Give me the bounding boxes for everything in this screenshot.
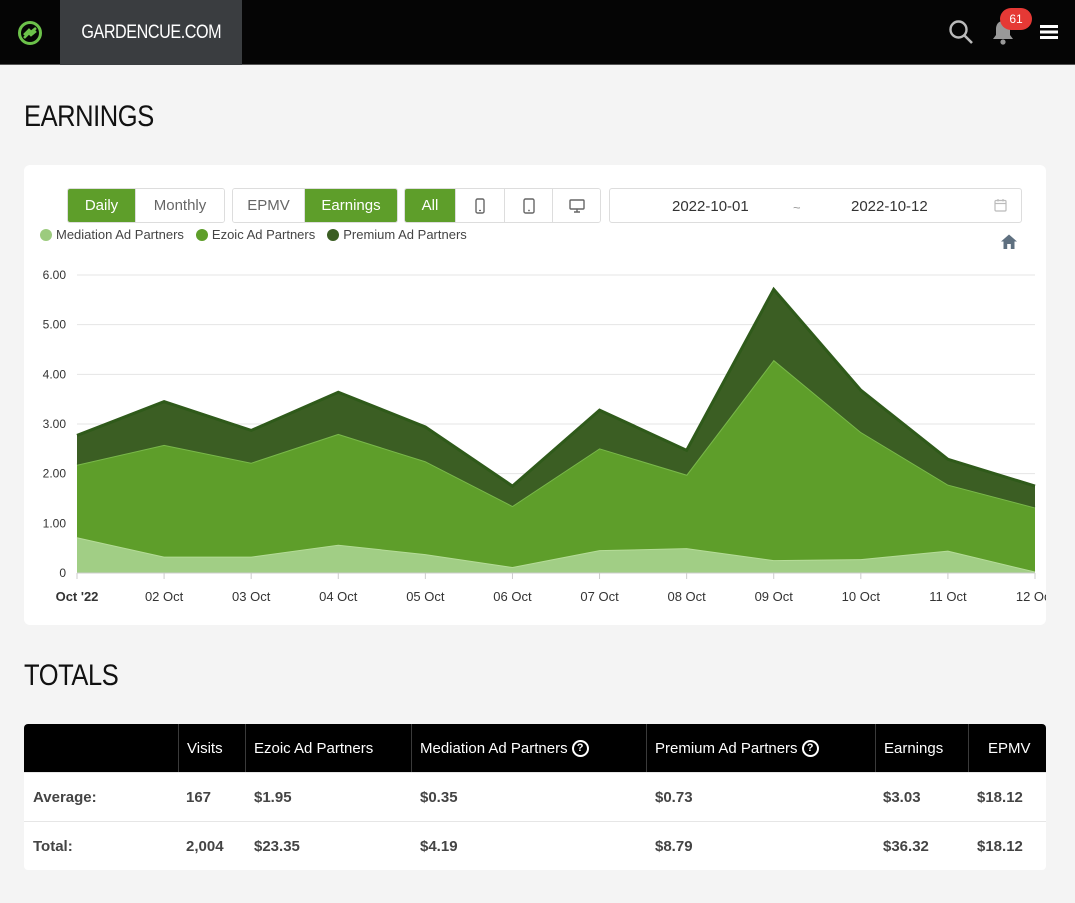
y-tick-label: 2.00 xyxy=(43,467,67,481)
epmv-cell: $18.12 xyxy=(977,789,1023,806)
ezoic-logo-icon[interactable] xyxy=(0,0,60,65)
y-tick-label: 5.00 xyxy=(43,318,67,332)
table-header-cell: Mediation Ad Partners? xyxy=(411,724,646,772)
help-icon[interactable]: ? xyxy=(571,739,589,757)
table-row: Total: 2,004 $23.35 $4.19 $8.79 $36.32 $… xyxy=(24,821,1046,870)
earnings-cell: $3.03 xyxy=(883,789,921,806)
y-tick-label: 1.00 xyxy=(43,516,67,530)
x-tick-label: 12 Oct xyxy=(1016,589,1046,604)
x-tick-label: 07 Oct xyxy=(580,589,619,604)
premium-cell: $8.79 xyxy=(655,838,693,855)
earnings-chart-card: Daily Monthly EPMV Earnings All 2022-10-… xyxy=(24,165,1046,625)
x-tick-label: 04 Oct xyxy=(319,589,358,604)
earnings-title: EARNINGS xyxy=(24,100,154,133)
ezoic-cell: $1.95 xyxy=(254,789,292,806)
help-icon[interactable]: ? xyxy=(801,739,819,757)
premium-cell: $0.73 xyxy=(655,789,693,806)
x-tick-label: 09 Oct xyxy=(755,589,794,604)
x-tick-label: 08 Oct xyxy=(667,589,706,604)
x-tick-label: 02 Oct xyxy=(145,589,184,604)
ezoic-cell: $23.35 xyxy=(254,838,300,855)
notification-badge[interactable]: 61 xyxy=(1000,8,1032,30)
row-label: Total: xyxy=(33,838,73,855)
y-tick-label: 4.00 xyxy=(43,367,67,381)
table-header-cell: EPMV xyxy=(968,724,1046,772)
y-tick-label: 3.00 xyxy=(43,417,67,431)
earnings-cell: $36.32 xyxy=(883,838,929,855)
x-tick-label: 03 Oct xyxy=(232,589,271,604)
mediation-cell: $0.35 xyxy=(420,789,458,806)
table-row: Average: 167 $1.95 $0.35 $0.73 $3.03 $18… xyxy=(24,772,1046,821)
table-header-cell xyxy=(24,724,178,772)
table-header: Visits Ezoic Ad Partners Mediation Ad Pa… xyxy=(24,724,1046,772)
x-tick-label: 05 Oct xyxy=(406,589,445,604)
table-header-cell: Ezoic Ad Partners xyxy=(245,724,411,772)
mediation-cell: $4.19 xyxy=(420,838,458,855)
table-header-cell: Premium Ad Partners? xyxy=(646,724,875,772)
table-header-cell: Visits xyxy=(178,724,245,772)
y-tick-label: 0 xyxy=(59,566,66,580)
totals-table: Visits Ezoic Ad Partners Mediation Ad Pa… xyxy=(24,724,1046,870)
row-label: Average: xyxy=(33,789,97,806)
top-bar: GARDENCUE.COM 61 xyxy=(0,0,1075,65)
search-icon[interactable] xyxy=(946,16,976,48)
site-name: GARDENCUE.COM xyxy=(81,21,221,43)
x-tick-label: 10 Oct xyxy=(842,589,881,604)
site-selector[interactable]: GARDENCUE.COM xyxy=(60,0,242,65)
visits-cell: 2,004 xyxy=(186,838,224,855)
hamburger-menu-icon[interactable] xyxy=(1034,16,1064,48)
table-header-cell: Earnings xyxy=(875,724,968,772)
x-tick-label: Oct '22 xyxy=(56,589,99,604)
earnings-area-chart: 0 1.00 2.00 3.00 4.00 5.00 6.00 Oct '22 02 Oct 03… xyxy=(43,268,1046,604)
y-tick-label: 6.00 xyxy=(43,268,67,282)
x-tick-label: 11 Oct xyxy=(929,589,967,604)
x-tick-label: 06 Oct xyxy=(493,589,532,604)
totals-title: TOTALS xyxy=(24,659,119,692)
visits-cell: 167 xyxy=(186,789,212,806)
epmv-cell: $18.12 xyxy=(977,838,1023,855)
